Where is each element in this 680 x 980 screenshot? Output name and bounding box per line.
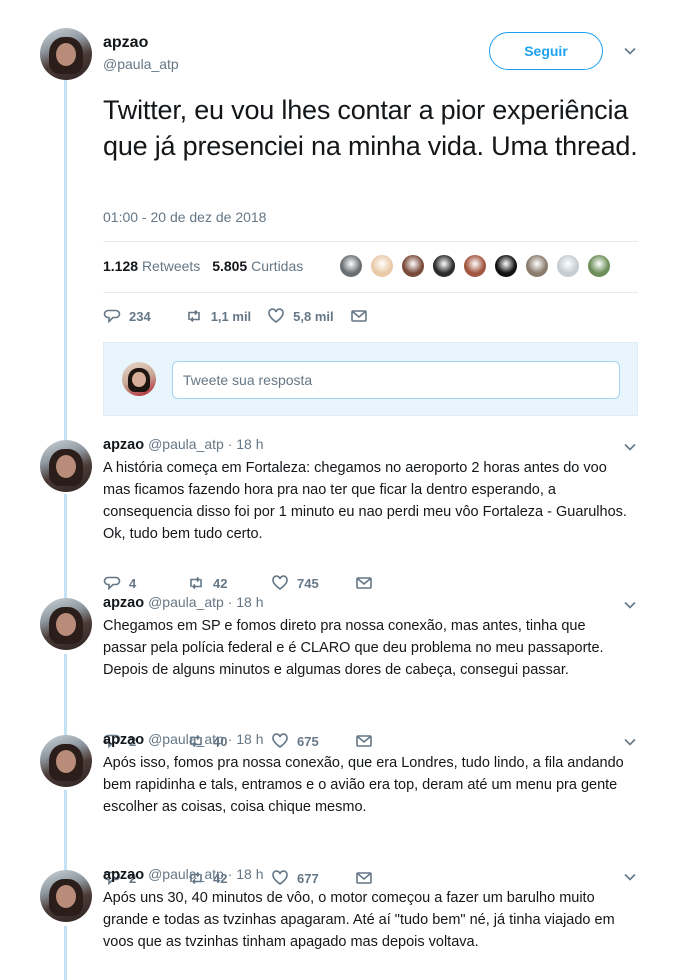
- tweet-text: A história começa em Fortaleza: chegamos…: [103, 460, 627, 542]
- liker-avatar[interactable]: [339, 254, 363, 278]
- thread-line: [64, 494, 67, 598]
- direct-message-button[interactable]: [355, 869, 373, 887]
- direct-message-button[interactable]: [350, 307, 368, 325]
- tweet-timestamp[interactable]: 01:00 - 20 de dez de 2018: [103, 209, 266, 225]
- tweet-time[interactable]: 18 h: [236, 436, 263, 452]
- retweets-stat[interactable]: 1.128 Retweets: [103, 258, 200, 274]
- tweet-time[interactable]: 18 h: [236, 594, 263, 610]
- avatar[interactable]: [40, 598, 92, 650]
- author-name[interactable]: apzao: [103, 34, 148, 52]
- tweet-text: Após uns 30, 40 minutos de vôo, o motor …: [103, 890, 615, 950]
- avatar[interactable]: [40, 870, 92, 922]
- author-handle[interactable]: @paula_atp: [148, 594, 224, 610]
- separator: ·: [223, 436, 237, 452]
- liker-avatar[interactable]: [494, 254, 518, 278]
- thread-line: [64, 790, 67, 870]
- tweet-header: apzao @paula_atp · 18 h: [103, 436, 264, 453]
- tweet-text: Após isso, fomos pra nossa conexão, que …: [103, 755, 624, 815]
- liker-avatar[interactable]: [432, 254, 456, 278]
- chevron-down-icon[interactable]: [622, 735, 638, 751]
- like-button[interactable]: 745: [271, 574, 355, 592]
- direct-message-button[interactable]: [355, 732, 373, 750]
- thread-line: [64, 926, 67, 980]
- avatar[interactable]: [40, 28, 92, 80]
- thread-line: [64, 654, 67, 736]
- reply-button[interactable]: 4: [103, 574, 187, 592]
- tweet-time[interactable]: 18 h: [236, 731, 263, 747]
- tweet-header: apzao @paula_atp · 18 h: [103, 594, 264, 611]
- reply-button[interactable]: 234: [103, 307, 151, 325]
- author-handle[interactable]: @paula_atp: [148, 866, 224, 882]
- liker-avatar[interactable]: [587, 254, 611, 278]
- author-name[interactable]: apzao: [103, 437, 144, 453]
- heart-icon: [272, 733, 288, 749]
- author-name[interactable]: apzao: [103, 732, 144, 748]
- envelope-icon: [356, 872, 372, 884]
- tweet-time[interactable]: 18 h: [236, 866, 263, 882]
- tweet-header: apzao @paula_atp · 18 h: [103, 866, 264, 883]
- thread-line: [64, 78, 67, 450]
- separator: ·: [223, 594, 237, 610]
- divider: [103, 292, 638, 293]
- tweet-header: apzao @paula_atp · 18 h: [103, 731, 264, 748]
- tweet-text: Twitter, eu vou lhes contar a pior exper…: [103, 95, 638, 161]
- author-name[interactable]: apzao: [103, 595, 144, 611]
- liker-avatar[interactable]: [370, 254, 394, 278]
- like-button[interactable]: 677: [271, 869, 355, 887]
- retweet-icon: [187, 309, 200, 323]
- avatar[interactable]: [40, 440, 92, 492]
- heart-icon: [268, 308, 284, 324]
- user-avatar: [122, 362, 156, 396]
- author-handle[interactable]: @paula_atp: [148, 436, 224, 452]
- chevron-down-icon[interactable]: [622, 44, 638, 60]
- liker-avatar[interactable]: [463, 254, 487, 278]
- chevron-down-icon[interactable]: [622, 440, 638, 456]
- liker-avatar[interactable]: [401, 254, 425, 278]
- tweet-text: Chegamos em SP e fomos direto pra nossa …: [103, 618, 604, 678]
- retweet-icon: [190, 576, 202, 590]
- likes-stat[interactable]: 5.805 Curtidas: [212, 258, 303, 274]
- separator: ·: [223, 866, 237, 882]
- liker-avatar[interactable]: [556, 254, 580, 278]
- author-handle[interactable]: @paula_atp: [103, 56, 179, 72]
- reply-icon: [103, 309, 121, 324]
- tweet-actions: 4 42 745: [103, 573, 373, 593]
- chevron-down-icon[interactable]: [622, 870, 638, 886]
- author-name[interactable]: apzao: [103, 867, 144, 883]
- envelope-icon: [356, 577, 372, 589]
- retweet-button[interactable]: 1,1 mil: [185, 307, 251, 325]
- chevron-down-icon[interactable]: [622, 598, 638, 614]
- liker-avatar[interactable]: [525, 254, 549, 278]
- reply-icon: [103, 576, 121, 591]
- separator: ·: [223, 731, 237, 747]
- heart-icon: [272, 575, 288, 591]
- reply-composer: Tweete sua resposta: [103, 342, 638, 416]
- follow-button[interactable]: Seguir: [489, 32, 603, 70]
- envelope-icon: [356, 735, 372, 747]
- retweet-button[interactable]: 42: [187, 574, 271, 592]
- reply-input[interactable]: Tweete sua resposta: [172, 361, 620, 399]
- direct-message-button[interactable]: [355, 574, 373, 592]
- tweet-stats: 1.128 Retweets 5.805 Curtidas: [103, 258, 303, 274]
- envelope-icon: [350, 310, 367, 322]
- avatar[interactable]: [40, 735, 92, 787]
- tweet-actions: 234 1,1 mil 5,8 mil: [103, 306, 368, 326]
- like-button[interactable]: 675: [271, 732, 355, 750]
- like-button[interactable]: 5,8 mil: [267, 307, 334, 325]
- author-handle[interactable]: @paula_atp: [148, 731, 224, 747]
- heart-icon: [272, 870, 288, 886]
- divider: [103, 241, 638, 242]
